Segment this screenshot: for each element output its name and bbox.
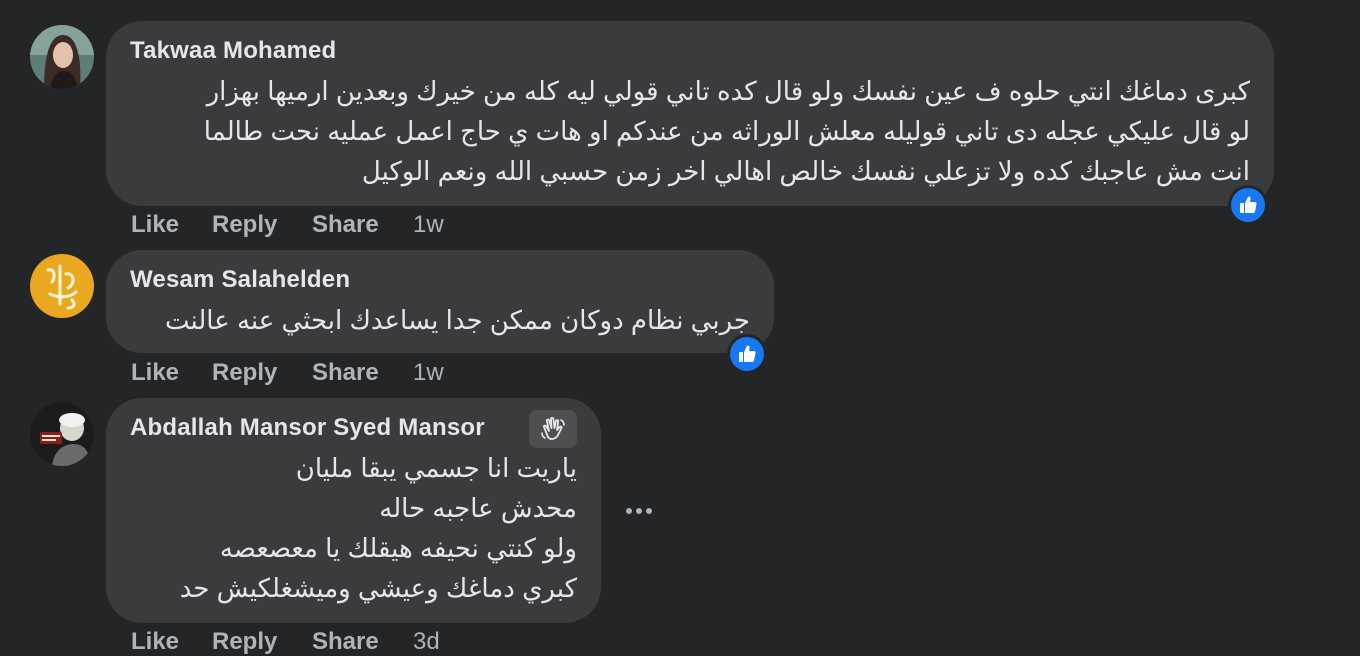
comment-bubble: Wesam Salahelden جربي نظام دوكان ممكن جد…: [106, 250, 774, 353]
avatar[interactable]: [30, 402, 94, 466]
reply-button[interactable]: Reply: [212, 359, 277, 387]
comment-timestamp[interactable]: 1w: [413, 211, 444, 239]
more-options-icon: [636, 508, 642, 514]
reaction-badge[interactable]: [727, 334, 767, 374]
like-thumb-icon: [739, 345, 756, 362]
comment-text: جربي نظام دوكان ممكن جدا يساعدك ابحثي عن…: [165, 300, 750, 340]
comment-line: كبري دماغك وعيشي وميشغلكيش حد: [179, 573, 577, 603]
more-options-icon: [646, 508, 652, 514]
waving-hand-icon: [541, 416, 565, 440]
comment-line: جربي نظام دوكان ممكن جدا يساعدك ابحثي عن…: [164, 305, 750, 335]
comment-text: كبرى دماغك انتي حلوه ف عين نفسك ولو قال …: [204, 71, 1250, 191]
comment-bubble: Abdallah Mansor Syed Mansor ياريت انا جس…: [106, 398, 601, 623]
share-button[interactable]: Share: [312, 359, 379, 387]
comment-bubble: Takwaa Mohamed كبرى دماغك انتي حلوه ف عي…: [106, 21, 1274, 206]
comment-line: محدش عاجبه حاله: [379, 493, 577, 523]
more-options-button[interactable]: [617, 489, 661, 533]
comment-line: ياريت انا جسمي يبقا مليان: [295, 453, 577, 483]
comment-author[interactable]: Takwaa Mohamed: [130, 37, 336, 65]
comment-author[interactable]: Abdallah Mansor Syed Mansor: [130, 414, 485, 442]
comment-line: لو قال عليكي عجله دى تاني قوليله معلش ال…: [203, 116, 1250, 146]
avatar[interactable]: [30, 254, 94, 318]
reply-button[interactable]: Reply: [212, 211, 277, 239]
like-thumb-icon: [1240, 196, 1257, 213]
reaction-badge[interactable]: [1228, 185, 1268, 225]
like-button[interactable]: Like: [131, 359, 179, 387]
like-button[interactable]: Like: [131, 211, 179, 239]
comment-line: انت مش عاجبك كده ولا تزعلي نفسك خالص اها…: [361, 156, 1250, 186]
more-options-icon: [626, 508, 632, 514]
avatar-photo: [30, 254, 94, 318]
wave-badge[interactable]: [529, 410, 577, 448]
comment-line: كبرى دماغك انتي حلوه ف عين نفسك ولو قال …: [206, 76, 1250, 106]
comment-line: ولو كنتي نحيفه هيقلك يا معصعصه: [219, 533, 577, 563]
avatar-photo: [30, 402, 94, 466]
avatar-photo: [30, 25, 94, 89]
comment-author[interactable]: Wesam Salahelden: [130, 266, 350, 294]
comment-timestamp[interactable]: 1w: [413, 359, 444, 387]
comment-text: ياريت انا جسمي يبقا مليان محدش عاجبه حال…: [180, 448, 577, 608]
share-button[interactable]: Share: [312, 211, 379, 239]
avatar[interactable]: [30, 25, 94, 89]
